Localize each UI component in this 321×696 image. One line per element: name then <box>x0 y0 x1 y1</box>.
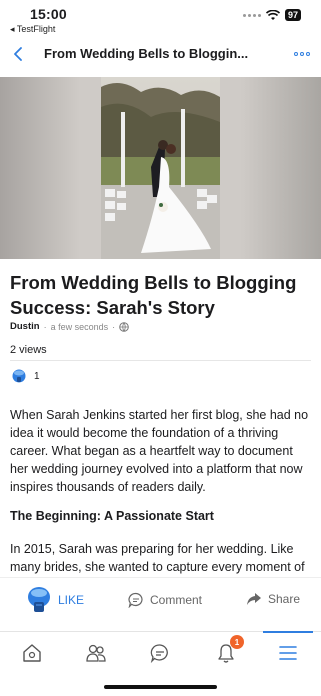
page-title: From Wedding Bells to Bloggin... <box>44 46 249 61</box>
hero-image-container <box>0 77 321 259</box>
divider <box>10 360 311 361</box>
post-time: a few seconds <box>50 321 109 332</box>
reactions-summary[interactable]: 1 <box>12 369 40 383</box>
menu-icon <box>279 646 297 660</box>
reaction-count: 1 <box>34 370 40 382</box>
share-icon <box>247 593 261 605</box>
chat-icon <box>150 644 168 663</box>
back-to-app-link[interactable]: ◂ TestFlight <box>10 24 55 35</box>
notification-badge: 1 <box>230 635 244 649</box>
groups-icon <box>86 644 106 662</box>
comment-label: Comment <box>150 593 203 607</box>
tab-groups[interactable] <box>81 641 111 665</box>
like-button[interactable]: LIKE <box>26 586 84 614</box>
nav-header: From Wedding Bells to Bloggin... <box>0 38 321 72</box>
home-indicator <box>104 685 217 689</box>
globe-icon <box>119 321 129 332</box>
like-reaction-icon <box>12 369 26 383</box>
status-time: 15:00 <box>30 6 67 22</box>
meta-separator: · <box>112 321 116 332</box>
article-title: From Wedding Bells to Blogging Success: … <box>10 272 297 318</box>
wedding-photo[interactable] <box>101 77 220 259</box>
tab-notifications[interactable]: 1 <box>211 635 244 665</box>
article-paragraph: In 2015, Sarah was preparing for her wed… <box>10 542 305 574</box>
like-reaction-icon <box>28 587 50 612</box>
status-indicators: 97 <box>242 9 301 21</box>
comment-button[interactable]: Comment <box>128 592 202 608</box>
tab-messages[interactable] <box>145 641 175 665</box>
wifi-icon <box>265 9 280 20</box>
tab-menu[interactable] <box>273 641 303 665</box>
article-paragraph: When Sarah Jenkins started her first blo… <box>10 408 309 494</box>
post-action-bar: LIKE Comment Share <box>0 577 321 629</box>
comment-icon <box>128 592 143 608</box>
share-label: Share <box>268 592 301 606</box>
author-name[interactable]: Dustin <box>10 321 40 332</box>
view-count: 2 views <box>10 344 47 356</box>
battery-icon: 97 <box>284 9 301 21</box>
chevron-left-icon <box>14 47 22 61</box>
post-meta: Dustin · a few seconds · <box>10 321 129 332</box>
more-options-button[interactable] <box>291 46 313 62</box>
active-tab-indicator <box>263 631 313 633</box>
more-icon <box>294 52 298 56</box>
status-bar: 15:00 ◂ TestFlight 97 <box>0 0 321 36</box>
home-icon <box>23 644 41 662</box>
back-button[interactable] <box>8 42 28 66</box>
tab-home[interactable] <box>17 641 47 665</box>
share-button[interactable]: Share <box>246 592 300 606</box>
meta-separator: · <box>43 321 47 332</box>
like-label: LIKE <box>58 593 85 607</box>
section-heading: The Beginning: A Passionate Start <box>10 509 214 523</box>
cellular-icon <box>242 13 261 17</box>
